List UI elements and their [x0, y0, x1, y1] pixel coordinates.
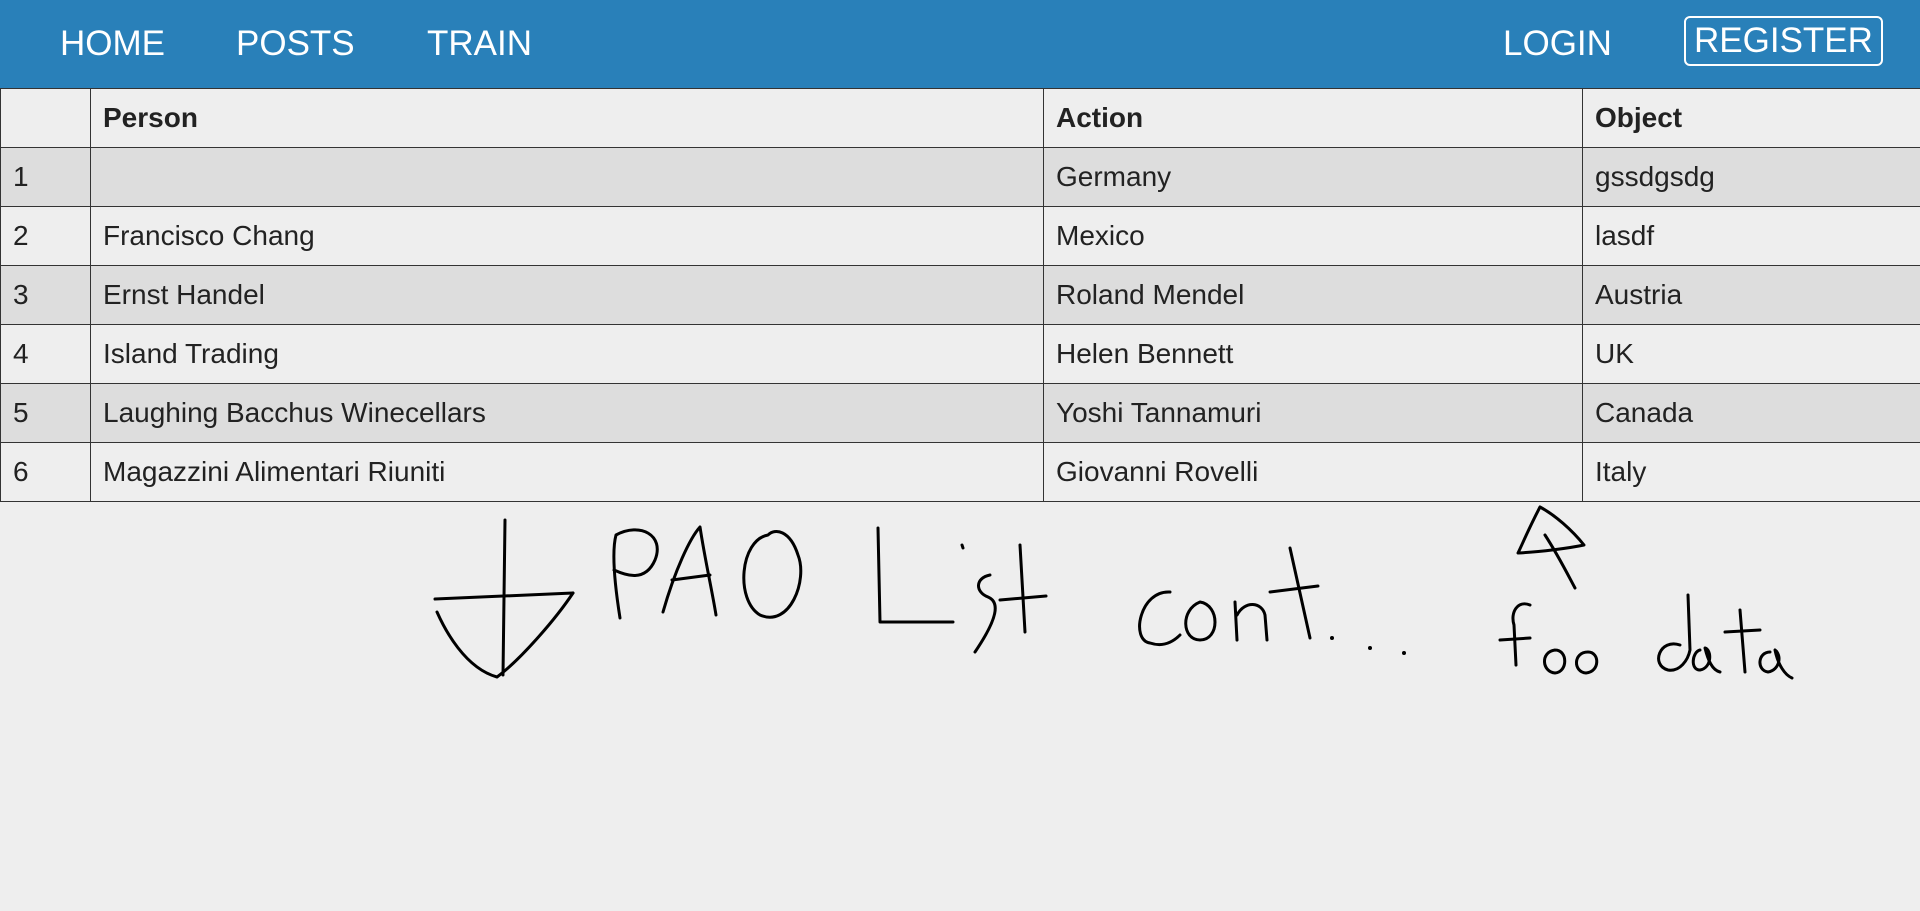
header-person: Person: [90, 88, 1044, 148]
row-action: Helen Bennett: [1043, 324, 1583, 384]
row-object: gssdgsdg: [1582, 147, 1920, 207]
nav-home-link[interactable]: HOME: [60, 22, 165, 66]
table-row[interactable]: 5 Laughing Bacchus Winecellars Yoshi Tan…: [0, 383, 1920, 443]
handwritten-text-foo-data: [1498, 593, 1794, 680]
row-object: Canada: [1582, 383, 1920, 443]
row-action: Roland Mendel: [1043, 265, 1583, 325]
row-action: Mexico: [1043, 206, 1583, 266]
table-row[interactable]: 4 Island Trading Helen Bennett UK: [0, 324, 1920, 384]
header-action: Action: [1043, 88, 1583, 148]
table-row[interactable]: 6 Magazzini Alimentari Riuniti Giovanni …: [0, 442, 1920, 502]
handwritten-ellipsis: [1330, 636, 1406, 655]
nav-train-link[interactable]: TRAIN: [427, 22, 532, 66]
pao-table: Person Action Object 1 Germany gssdgsdg …: [0, 88, 1920, 502]
header-index: [0, 88, 91, 148]
header-object: Object: [1582, 88, 1920, 148]
table-header-row: Person Action Object: [0, 88, 1920, 148]
down-arrow-icon: [433, 518, 575, 679]
nav-posts-link[interactable]: POSTS: [236, 22, 355, 66]
row-person: Ernst Handel: [90, 265, 1044, 325]
row-index: 6: [0, 442, 91, 502]
row-person: Island Trading: [90, 324, 1044, 384]
row-index: 5: [0, 383, 91, 443]
table-row[interactable]: 1 Germany gssdgsdg: [0, 147, 1920, 207]
navbar: HOME POSTS TRAIN LOGIN REGISTER: [0, 0, 1920, 88]
row-index: 4: [0, 324, 91, 384]
triangle-icon: [1516, 505, 1586, 590]
table-row[interactable]: 2 Francisco Chang Mexico lasdf: [0, 206, 1920, 266]
row-action: Giovanni Rovelli: [1043, 442, 1583, 502]
row-object: lasdf: [1582, 206, 1920, 266]
nav-register-button[interactable]: REGISTER: [1684, 16, 1883, 66]
row-object: Austria: [1582, 265, 1920, 325]
row-object: Italy: [1582, 442, 1920, 502]
row-person: Francisco Chang: [90, 206, 1044, 266]
row-object: UK: [1582, 324, 1920, 384]
row-action: Yoshi Tannamuri: [1043, 383, 1583, 443]
row-index: 3: [0, 265, 91, 325]
handwritten-text-pao-list-cont: [612, 525, 1320, 654]
row-person: Laughing Bacchus Winecellars: [90, 383, 1044, 443]
row-person: Magazzini Alimentari Riuniti: [90, 442, 1044, 502]
row-person: [90, 147, 1044, 207]
row-action: Germany: [1043, 147, 1583, 207]
table-row[interactable]: 3 Ernst Handel Roland Mendel Austria: [0, 265, 1920, 325]
nav-login-link[interactable]: LOGIN: [1503, 22, 1612, 66]
row-index: 2: [0, 206, 91, 266]
row-index: 1: [0, 147, 91, 207]
